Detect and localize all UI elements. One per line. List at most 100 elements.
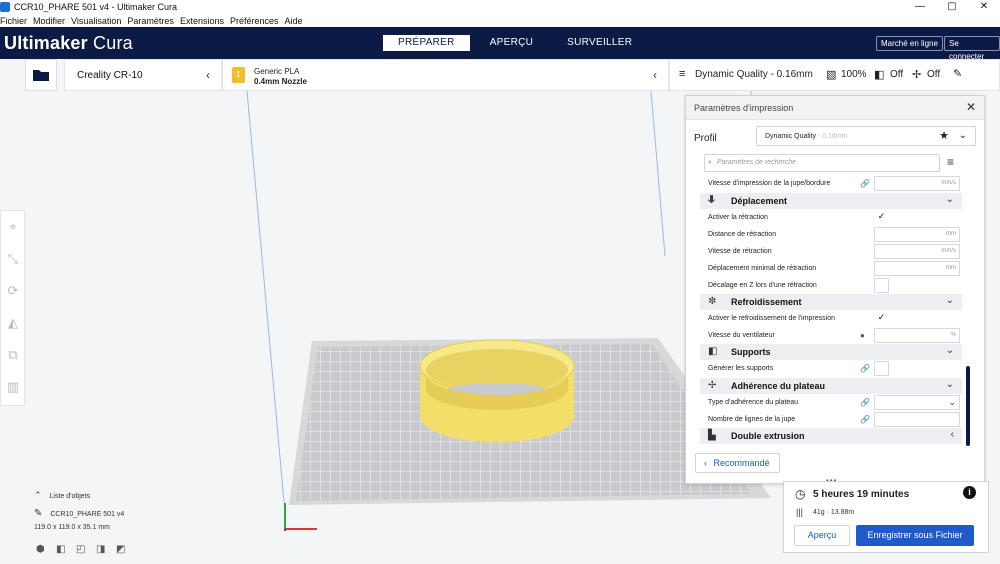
print-setup-selector[interactable]: ≡ Dynamic Quality - 0.16mm ▧ 100% ◧ Off … [669, 59, 1000, 91]
tab-monitor[interactable]: SURVEILLER [553, 35, 646, 51]
signin-button[interactable]: Se connecter [944, 36, 1000, 61]
view-left-icon[interactable]: ◨ [96, 544, 116, 555]
volume-edge-left [246, 91, 286, 514]
chevron-left-icon: ‹ [653, 68, 657, 82]
star-icon[interactable]: ★ [939, 129, 949, 142]
camera-view-buttons: ⬢ ◧ ◰ ◨ ◩ [36, 544, 136, 555]
min-travel-input[interactable]: mm [874, 261, 960, 276]
category-support[interactable]: ◧ Supports ⌄ [700, 344, 962, 360]
retraction-checkbox[interactable]: ✓ [874, 210, 889, 225]
setting-skirt-speed: Vitesse d'impression de la jupe/bordure … [700, 176, 962, 193]
view-top-icon[interactable]: ◰ [76, 544, 96, 555]
menu-extensions[interactable]: Extensions [180, 16, 224, 26]
cura-app-icon [0, 2, 10, 12]
fan-speed-input[interactable]: % [874, 328, 960, 343]
object-dimensions: 119.0 x 119.0 x 35.1 mm [34, 524, 111, 531]
print-time: 5 heures 19 minutes [813, 489, 910, 500]
settings-visibility-menu-icon[interactable]: ≡ [947, 155, 954, 169]
skirt-lines-input[interactable] [874, 412, 960, 427]
retraction-distance-input[interactable]: mm [874, 227, 960, 242]
profile-suffix: - 0.16mm [817, 133, 848, 140]
settings-scrollbar[interactable] [966, 366, 970, 446]
scale-tool-icon[interactable]: ⤡ [1, 243, 25, 275]
tab-preview[interactable]: APERÇU [476, 35, 547, 51]
menu-settings[interactable]: Paramètres [127, 16, 174, 26]
close-panel-icon[interactable]: ✕ [966, 100, 976, 114]
menu-edit[interactable]: Modifier [33, 16, 65, 26]
search-icon: ⌕ [708, 159, 712, 166]
category-dual-extrusion[interactable]: ▙ Double extrusion ‹ [700, 428, 962, 444]
category-travel[interactable]: ⥥ Déplacement ⌄ [700, 193, 962, 209]
function-icon: ● [860, 331, 865, 340]
setting-skirt-lines: Nombre de lignes de la jupe 🔗 [700, 412, 962, 429]
printer-selector[interactable]: Creality CR-10 ‹ [64, 59, 222, 91]
menu-file[interactable]: Fichier [0, 16, 27, 26]
print-estimate-panel: ◷ 5 heures 19 minutes i ||| 41g · 13.88m… [783, 481, 989, 553]
profile-dropdown[interactable]: Dynamic Quality - 0.16mm ★ ⌄ [756, 126, 976, 146]
support-blocker-icon[interactable]: ▥ [1, 371, 25, 403]
skirt-speed-input[interactable]: mm/s [874, 176, 960, 191]
quality-icon: ≡ [679, 68, 686, 80]
retraction-speed-input[interactable]: mm/s [874, 244, 960, 259]
maximize-button[interactable]: ▢ [936, 0, 968, 14]
mirror-tool-icon[interactable]: ◭ [1, 307, 25, 339]
open-file-button[interactable] [25, 59, 57, 91]
category-cooling[interactable]: ✼ Refroidissement ⌄ [700, 294, 962, 310]
tab-prepare[interactable]: PRÉPARER [383, 35, 470, 51]
view-front-icon[interactable]: ◧ [56, 544, 76, 555]
filament-icon: ||| [796, 507, 804, 517]
extruder-badge: 1 [232, 67, 245, 83]
nozzle-name: 0.4mm Nozzle [254, 77, 307, 86]
view-3d-icon[interactable]: ⬢ [36, 544, 56, 555]
menu-view[interactable]: Visualisation [71, 16, 121, 26]
window-controls: — ▢ ✕ [904, 0, 1000, 14]
panel-title: Paramètres d'impression [694, 103, 794, 113]
profile-label: Profil [694, 133, 717, 144]
chevron-down-icon: ⌄ [945, 345, 954, 356]
minimize-button[interactable]: — [904, 0, 936, 14]
infill-icon: ▧ [826, 69, 837, 81]
setting-cooling: Activer le refroidissement de l'impressi… [700, 311, 962, 328]
cooling-checkbox[interactable]: ✓ [874, 311, 889, 326]
support-checkbox[interactable] [874, 361, 889, 376]
stage-tabs: PRÉPARER APERÇU SURVEILLER [383, 35, 652, 51]
z-hop-checkbox[interactable] [874, 278, 889, 293]
material-selector[interactable]: 1 Generic PLA 0.4mm Nozzle ‹ [222, 59, 669, 91]
menu-help[interactable]: Aide [285, 16, 303, 26]
dual-extrusion-icon: ▙ [708, 430, 716, 441]
model-ring[interactable] [419, 339, 575, 443]
pencil-icon: ✎ [953, 68, 963, 80]
adhesion-category-icon: ✢ [708, 380, 717, 391]
folder-icon [33, 70, 49, 81]
printer-name: Creality CR-10 [77, 70, 143, 81]
object-list-toggle[interactable]: ⌃ Liste d'objets [34, 490, 90, 501]
close-button[interactable]: ✕ [968, 0, 1000, 14]
settings-search-input[interactable]: ⌕ Paramètres de recherche [704, 154, 940, 172]
preview-button[interactable]: Aperçu [794, 525, 850, 546]
adhesion-type-select[interactable]: ⌄ [874, 395, 960, 410]
setting-retraction-distance: Distance de rétraction mm [700, 227, 962, 244]
support-category-icon: ◧ [708, 346, 718, 357]
marketplace-button[interactable]: Marché en ligne [876, 36, 943, 51]
object-name-row[interactable]: ✎ CCR10_PHARE 501 v4 [34, 508, 124, 519]
per-model-settings-icon[interactable]: ⧉ [1, 339, 25, 371]
setting-retraction-speed: Vitesse de rétraction mm/s [700, 244, 962, 261]
link-icon: 🔗 [860, 398, 870, 407]
recommended-button[interactable]: ‹ Recommandé [695, 453, 780, 473]
print-settings-panel: Paramètres d'impression ✕ Profil Dynamic… [685, 95, 985, 484]
chevron-down-icon: ⌄ [945, 194, 954, 205]
menu-preferences[interactable]: Préférences [230, 16, 279, 26]
transform-toolbar: ⌖ ⤡ ⟳ ◭ ⧉ ▥ [0, 210, 25, 406]
save-to-file-button[interactable]: Enregistrer sous Fichier [856, 525, 974, 546]
app-header: Ultimaker Cura PRÉPARER APERÇU SURVEILLE… [0, 27, 1000, 61]
move-tool-icon[interactable]: ⌖ [1, 211, 25, 243]
support-value: Off [890, 69, 904, 80]
category-adhesion[interactable]: ✢ Adhérence du plateau ⌄ [700, 378, 962, 394]
window-titlebar: CCR10_PHARE 501 v4 - Ultimaker Cura — ▢ … [0, 0, 1000, 14]
info-icon[interactable]: i [963, 486, 976, 499]
clock-icon: ◷ [795, 487, 806, 501]
rotate-tool-icon[interactable]: ⟳ [1, 275, 25, 307]
menu-bar: Fichier Modifier Visualisation Paramètre… [0, 14, 1000, 27]
view-right-icon[interactable]: ◩ [116, 544, 136, 555]
top-toolbar: Creality CR-10 ‹ 1 Generic PLA 0.4mm Noz… [0, 59, 1000, 91]
